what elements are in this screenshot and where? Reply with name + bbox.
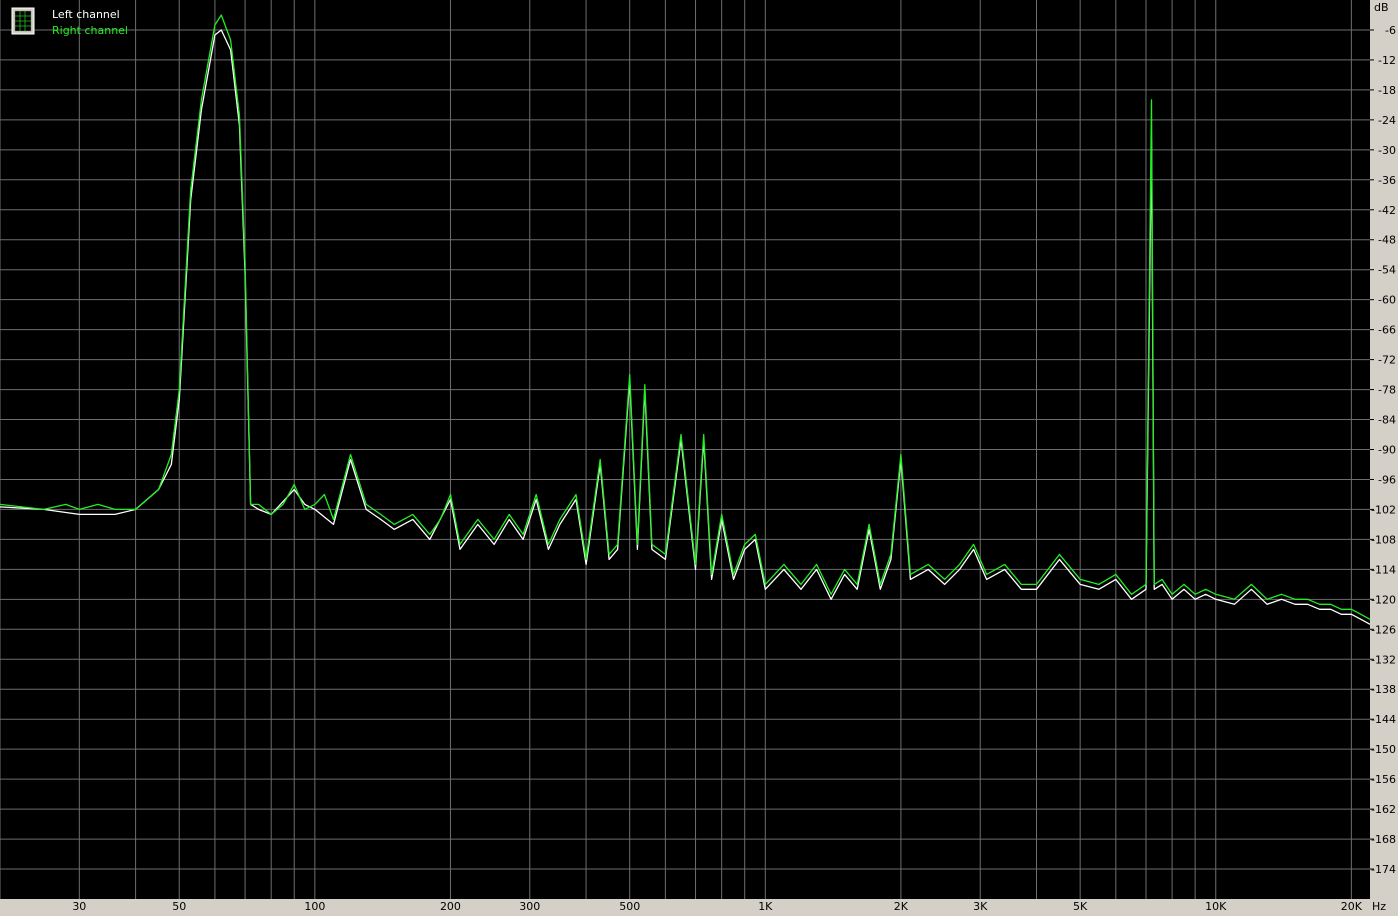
y-tick-label: -162 <box>1371 803 1396 816</box>
y-tick-label: -126 <box>1371 623 1396 636</box>
x-tick-label: 30 <box>72 900 86 913</box>
x-tick-label: 500 <box>619 900 640 913</box>
y-tick-label: -90 <box>1378 444 1396 457</box>
y-tick-label: -12 <box>1378 54 1396 67</box>
y-tick-label: -24 <box>1378 114 1396 127</box>
x-tick-label: 10K <box>1205 900 1227 913</box>
y-tick-label: -96 <box>1378 473 1396 486</box>
x-tick-label: 2K <box>894 900 909 913</box>
y-tick-label: -168 <box>1371 833 1396 846</box>
x-tick-label: 20K <box>1341 900 1363 913</box>
y-tick-label: -132 <box>1371 653 1396 666</box>
y-tick-label: -72 <box>1378 354 1396 367</box>
y-tick-label: -60 <box>1378 294 1396 307</box>
y-tick-label: -150 <box>1371 743 1396 756</box>
legend-entry-right-channel: Right channel <box>52 24 128 37</box>
y-tick-label: -36 <box>1378 174 1396 187</box>
y-tick-label: -108 <box>1371 533 1396 546</box>
y-tick-label: -30 <box>1378 144 1396 157</box>
x-tick-label: 50 <box>172 900 186 913</box>
y-tick-label: -102 <box>1371 503 1396 516</box>
y-tick-label: -78 <box>1378 384 1396 397</box>
spectrum-chart: -6 -12 -18 -24 -30 -36 -42 -48 -54 -60 -66 -72 -78 -8… <box>0 0 1398 916</box>
y-tick-label: -114 <box>1371 563 1396 576</box>
y-tick-label: -84 <box>1378 414 1396 427</box>
y-tick-label: -48 <box>1378 234 1396 247</box>
legend-entry-left-channel: Left channel <box>52 8 120 21</box>
y-tick-label: -54 <box>1378 264 1396 277</box>
y-tick-label: -18 <box>1378 84 1396 97</box>
x-unit-label: Hz <box>1372 900 1386 913</box>
y-tick-label: -42 <box>1378 204 1396 217</box>
y-tick-label: -144 <box>1371 713 1396 726</box>
y-tick-label: -138 <box>1371 683 1396 696</box>
y-tick-label: -174 <box>1371 863 1396 876</box>
x-tick-label: 200 <box>440 900 461 913</box>
x-tick-label: 100 <box>304 900 325 913</box>
y-unit-label: dB <box>1374 1 1389 14</box>
y-tick-label: -66 <box>1378 324 1396 337</box>
y-tick-label: -120 <box>1371 593 1396 606</box>
x-tick-label: 5K <box>1073 900 1088 913</box>
x-tick-label: 3K <box>973 900 988 913</box>
x-tick-label: 1K <box>758 900 773 913</box>
y-tick-label: -6 <box>1385 24 1396 37</box>
x-tick-label: 300 <box>519 900 540 913</box>
y-tick-label: -156 <box>1371 773 1396 786</box>
